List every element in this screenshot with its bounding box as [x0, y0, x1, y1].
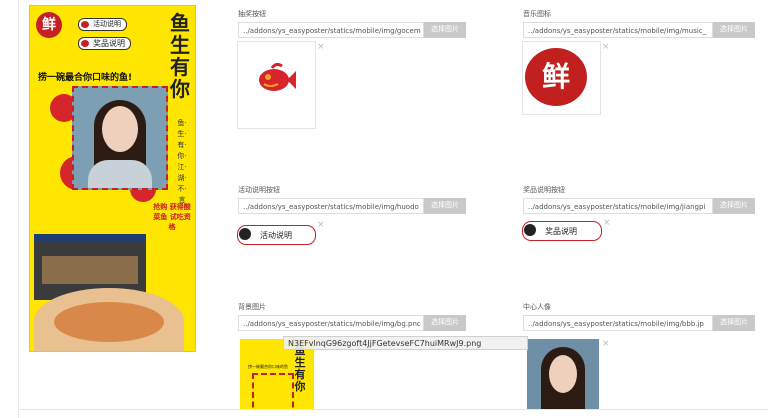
- poster-portrait: [72, 86, 168, 190]
- activity-button-path-input[interactable]: ../addons/ys_easyposter/statics/mobile/i…: [238, 198, 424, 214]
- field-label: 背景图片: [238, 303, 266, 311]
- poster-vertical-text: 鱼·生·有·你·江·湖·不·言: [177, 119, 187, 204]
- background-image-field: 背景图片 ../addons/ys_easyposter/statics/mob…: [238, 302, 466, 331]
- center-portrait-thumbnail: [527, 339, 599, 409]
- fish-icon: [259, 62, 296, 91]
- poster-dish-image: [34, 288, 184, 351]
- field-label: 抽奖按钮: [238, 10, 266, 18]
- activity-button-preview-label: 活动说明: [260, 230, 292, 240]
- poster-activity-pill: 活动说明: [78, 18, 127, 31]
- prize-button-thumbnail: 奖品说明: [522, 217, 602, 245]
- bottom-divider: [18, 409, 768, 410]
- prize-button-field: 奖品说明按钮 ../addons/ys_easyposter/statics/m…: [523, 185, 755, 214]
- remove-draw-button-icon[interactable]: ×: [317, 43, 325, 52]
- background-image-path-input[interactable]: ../addons/ys_easyposter/statics/mobile/i…: [238, 315, 424, 331]
- draw-button-path-input[interactable]: ../addons/ys_easyposter/statics/mobile/i…: [238, 22, 424, 38]
- field-label: 音乐图标: [523, 10, 551, 18]
- remove-music-icon-icon[interactable]: ×: [602, 43, 610, 52]
- poster-title: 鱼 生 有 你: [170, 11, 190, 101]
- draw-button-thumbnail: [237, 41, 316, 129]
- remove-prize-button-icon[interactable]: ×: [603, 219, 611, 228]
- music-icon-select-image-button[interactable]: 选择图片: [713, 22, 755, 38]
- center-portrait-field: 中心人像 ../addons/ys_easyposter/statics/mob…: [523, 302, 755, 331]
- remove-activity-button-icon[interactable]: ×: [317, 221, 325, 230]
- music-icon-path-input[interactable]: ../addons/ys_easyposter/statics/mobile/i…: [523, 22, 713, 38]
- left-divider: [18, 0, 19, 418]
- poster-slogan: 捞一碗最合你口味的鱼!: [38, 73, 133, 83]
- music-icon-field: 音乐图标 ../addons/ys_easyposter/statics/mob…: [523, 9, 755, 38]
- poster-preview: 鲜 活动说明 奖品说明 鱼 生 有 你 捞一碗最合你口味的鱼! 鱼·生·有·你·…: [29, 5, 196, 352]
- activity-button-thumbnail: 活动说明: [237, 219, 316, 247]
- center-portrait-path-input[interactable]: ../addons/ys_easyposter/statics/mobile/i…: [523, 315, 713, 331]
- filename-tooltip: N3EFvlnqG96zgoft4JjFGetevseFC7huiMRwJ9.p…: [283, 336, 528, 350]
- field-label: 活动说明按钮: [238, 186, 280, 194]
- poster-prize-pill: 奖品说明: [78, 37, 131, 50]
- activity-button-select-image-button[interactable]: 选择图片: [424, 198, 466, 214]
- poster-sub-text: 抢购 获得酸菜鱼 试吃资格: [153, 203, 191, 231]
- activity-badge-icon: [239, 228, 251, 240]
- center-portrait-select-image-button[interactable]: 选择图片: [713, 315, 755, 331]
- prize-button-preview-label: 奖品说明: [545, 226, 577, 236]
- field-label: 中心人像: [523, 303, 551, 311]
- prize-badge-icon: [524, 224, 536, 236]
- poster-logo: 鲜: [36, 12, 62, 38]
- draw-button-field: 抽奖按钮 ../addons/ys_easyposter/statics/mob…: [238, 9, 466, 38]
- activity-button-field: 活动说明按钮 ../addons/ys_easyposter/statics/m…: [238, 185, 466, 214]
- field-label: 奖品说明按钮: [523, 186, 565, 194]
- background-thumbnail-title: 鱼生有你: [294, 344, 306, 393]
- background-thumbnail-slogan: 捞一碗最合你口味的鱼: [248, 364, 288, 369]
- prize-button-path-input[interactable]: ../addons/ys_easyposter/statics/mobile/i…: [523, 198, 713, 214]
- music-seal-icon: 鲜: [525, 48, 587, 106]
- draw-button-select-image-button[interactable]: 选择图片: [424, 22, 466, 38]
- prize-button-select-image-button[interactable]: 选择图片: [713, 198, 755, 214]
- music-icon-thumbnail: 鲜: [522, 41, 601, 115]
- remove-center-portrait-icon[interactable]: ×: [602, 340, 610, 349]
- background-select-image-button[interactable]: 选择图片: [424, 315, 466, 331]
